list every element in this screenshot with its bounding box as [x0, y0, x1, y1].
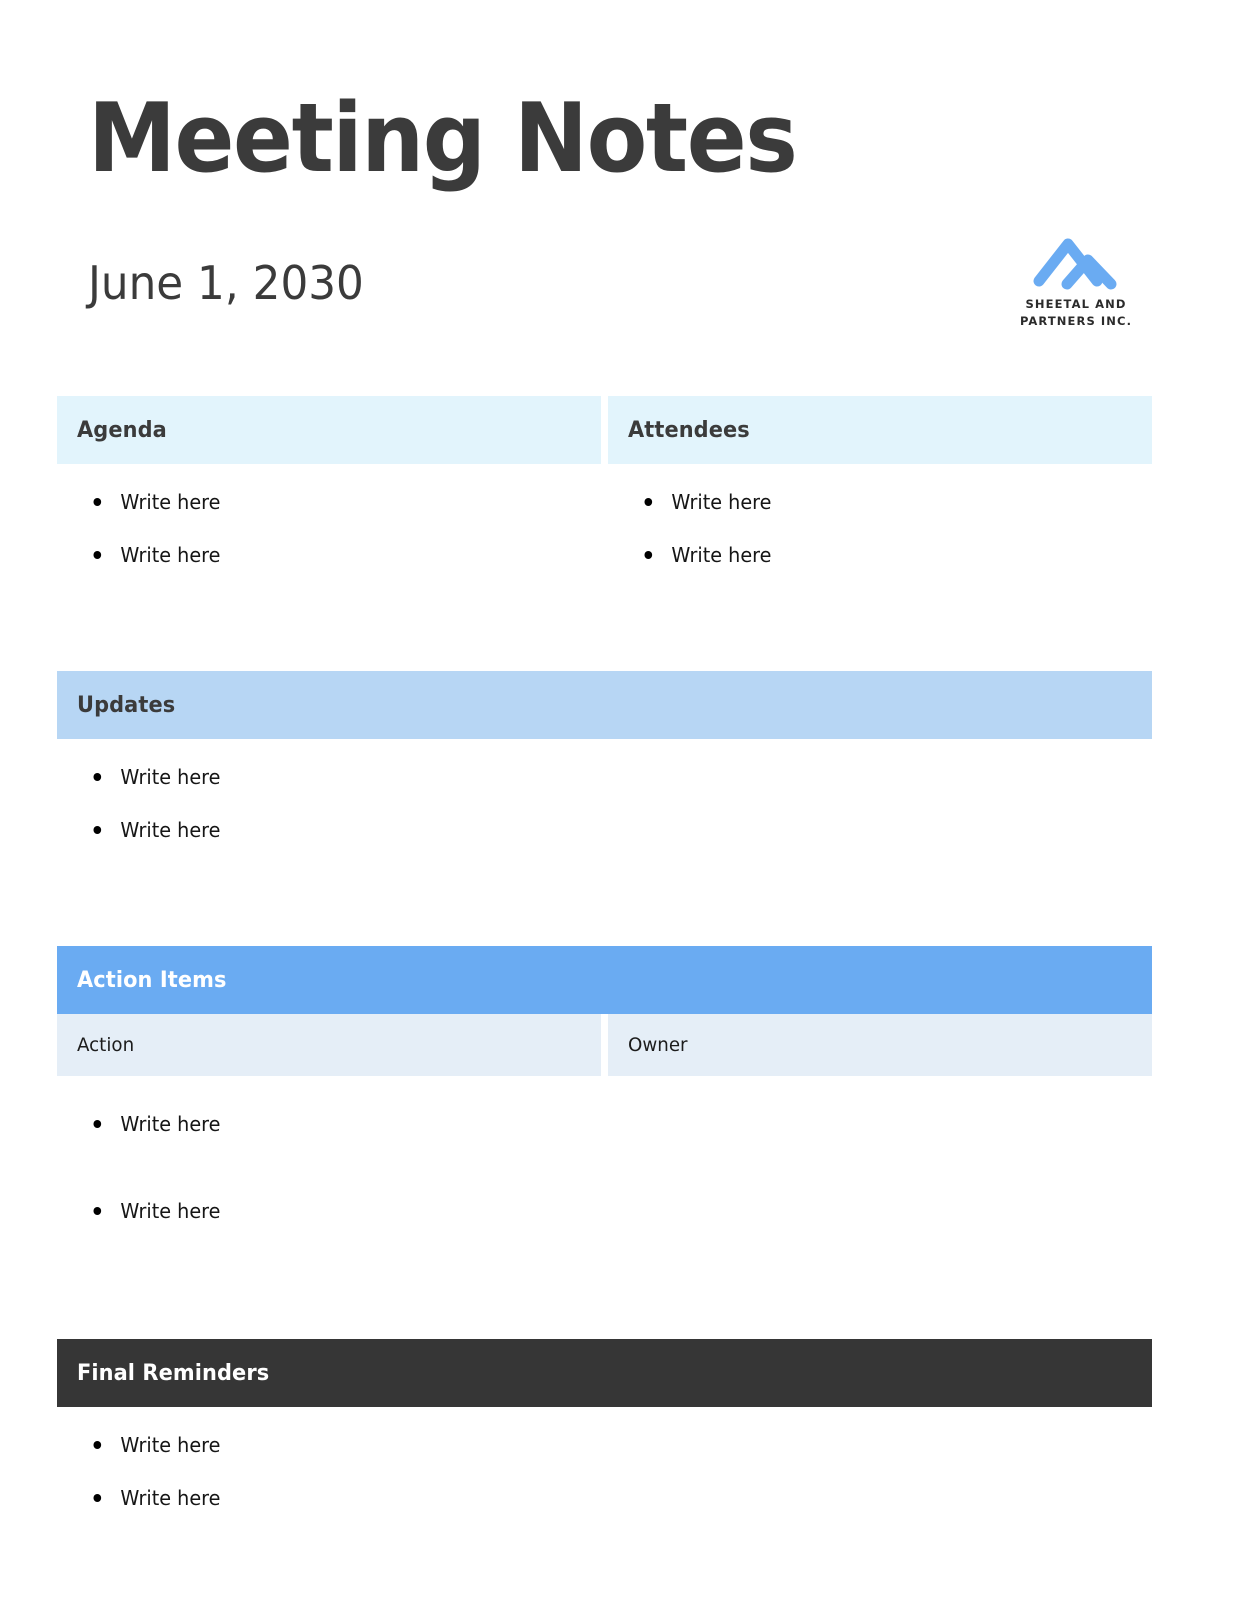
meeting-notes-page: Meeting Notes June 1, 2030 SHEETAL AND P…	[0, 0, 1237, 1600]
action-list: Write here Write here	[57, 1114, 601, 1221]
list-item[interactable]: Write here	[57, 1435, 1108, 1455]
company-logo: SHEETAL AND PARTNERS INC.	[1012, 228, 1140, 329]
updates-section: Updates Write here Write here	[57, 671, 1152, 840]
action-items-header-bar: Action Items	[57, 946, 1152, 1014]
logo-company-name: SHEETAL AND PARTNERS INC.	[1012, 296, 1140, 329]
logo-company-name-line1: SHEETAL AND	[1025, 297, 1127, 311]
page-title: Meeting Notes	[88, 84, 798, 194]
list-item[interactable]: Write here	[57, 1201, 579, 1221]
final-reminders-header-bar: Final Reminders	[57, 1339, 1152, 1407]
logo-company-name-line2: PARTNERS INC.	[1019, 313, 1133, 328]
owner-column-body[interactable]	[608, 1076, 1152, 1221]
updates-header-bar: Updates	[57, 671, 1152, 739]
final-reminders-list: Write here Write here	[57, 1435, 1152, 1508]
list-item[interactable]: Write here	[608, 545, 1130, 565]
list-item[interactable]: Write here	[57, 1114, 579, 1134]
list-item[interactable]: Write here	[57, 492, 579, 512]
action-items-title: Action Items	[77, 967, 227, 993]
updates-list: Write here Write here	[57, 767, 1152, 840]
action-items-column-headers: Action Owner	[57, 1014, 1152, 1076]
action-items-body: Write here Write here	[57, 1076, 1152, 1221]
sections-container: Agenda Write here Write here Attendees W…	[57, 396, 1152, 1508]
list-item[interactable]: Write here	[57, 820, 1108, 840]
list-item[interactable]: Write here	[57, 545, 579, 565]
list-item[interactable]: Write here	[57, 767, 1108, 787]
action-items-section: Action Items Action Owner Write here Wri…	[57, 946, 1152, 1221]
updates-title: Updates	[77, 692, 176, 718]
agenda-header-bar: Agenda	[57, 396, 601, 464]
agenda-attendees-row: Agenda Write here Write here Attendees W…	[57, 396, 1152, 565]
list-item[interactable]: Write here	[608, 492, 1130, 512]
attendees-title: Attendees	[628, 417, 750, 443]
final-reminders-title: Final Reminders	[77, 1360, 270, 1386]
attendees-header-bar: Attendees	[608, 396, 1152, 464]
agenda-section: Agenda Write here Write here	[57, 396, 601, 565]
final-reminders-section: Final Reminders Write here Write here	[57, 1339, 1152, 1508]
owner-column-label: Owner	[628, 1034, 688, 1056]
attendees-list: Write here Write here	[608, 492, 1152, 565]
agenda-title: Agenda	[77, 417, 167, 443]
owner-column-header: Owner	[608, 1014, 1152, 1076]
agenda-list: Write here Write here	[57, 492, 601, 565]
meeting-date: June 1, 2030	[88, 256, 364, 310]
action-column-body: Write here Write here	[57, 1076, 601, 1221]
double-chevron-logo-icon	[1033, 238, 1117, 290]
attendees-section: Attendees Write here Write here	[608, 396, 1152, 565]
action-column-header: Action	[57, 1014, 601, 1076]
list-item[interactable]: Write here	[57, 1488, 1108, 1508]
action-column-label: Action	[77, 1034, 135, 1056]
